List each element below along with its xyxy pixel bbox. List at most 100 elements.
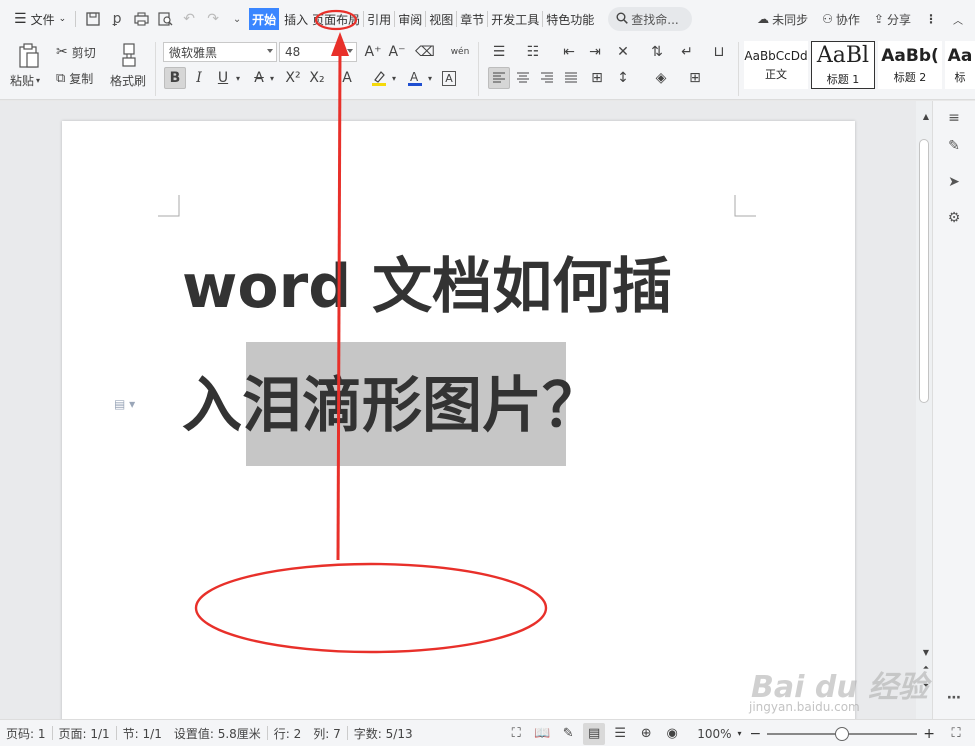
shading-icon[interactable]: ◈ xyxy=(650,67,672,89)
grow-font-icon[interactable]: A⁺ xyxy=(362,41,384,63)
style-heading-1[interactable]: AaBl 标题 1 xyxy=(811,41,875,89)
zoom-slider[interactable] xyxy=(767,726,918,741)
document-page[interactable]: word 文档如何插 入泪滴形图片？ ▤ ▾ xyxy=(62,121,855,719)
align-center-button[interactable] xyxy=(512,67,534,89)
style-heading-2[interactable]: AaBb( 标题 2 xyxy=(878,41,942,89)
style-normal[interactable]: AaBbCcDd 正文 xyxy=(744,41,808,89)
pen-icon[interactable]: ✎ xyxy=(943,135,965,157)
more-dots-icon[interactable]: ⋯ xyxy=(943,687,965,709)
sync-status-button[interactable]: ☁ 未同步 xyxy=(757,11,808,28)
bold-button[interactable]: B xyxy=(164,67,186,89)
file-menu[interactable]: ☰ 文件 ⌄ xyxy=(10,8,70,30)
edit-mode-icon[interactable]: ✎ xyxy=(557,723,579,745)
page-view-icon[interactable]: ▤ xyxy=(583,722,606,745)
document-area[interactable]: word 文档如何插 入泪滴形图片？ ▤ ▾ xyxy=(0,101,916,719)
align-right-button[interactable] xyxy=(536,67,558,89)
more-options-icon[interactable]: ⋮ xyxy=(925,12,937,26)
chevron-down-icon[interactable]: ▾ xyxy=(738,729,742,738)
status-column[interactable]: 列: 7 xyxy=(307,725,347,742)
show-marks-icon[interactable]: ↵ xyxy=(676,41,698,63)
print-icon[interactable] xyxy=(129,7,153,31)
export-icon[interactable]: ꝑ xyxy=(105,7,129,31)
status-word-count[interactable]: 字数: 5/13 xyxy=(348,725,419,742)
zoom-in-icon[interactable]: + xyxy=(923,726,935,742)
status-page-number[interactable]: 页码: 1 xyxy=(0,725,52,742)
web-view-icon[interactable]: ⊕ xyxy=(635,723,657,745)
highlight-icon[interactable] xyxy=(368,67,390,89)
italic-button[interactable]: I xyxy=(188,67,210,89)
font-color-dropdown-icon[interactable]: ▾ xyxy=(424,67,436,89)
borders-icon[interactable]: ⊞ xyxy=(684,67,706,89)
save-icon[interactable] xyxy=(81,7,105,31)
more-chevron-icon[interactable]: ⌄ xyxy=(225,7,249,31)
tab-developer[interactable]: 开发工具 xyxy=(489,8,541,30)
eye-protect-icon[interactable]: ◉ xyxy=(661,723,683,745)
zoom-out-icon[interactable]: − xyxy=(750,726,762,742)
panel-menu-icon[interactable]: ≡ xyxy=(943,107,965,129)
paste-button[interactable] xyxy=(16,42,42,70)
style-heading-3[interactable]: Aa 标 xyxy=(945,41,975,89)
format-painter-button[interactable] xyxy=(118,42,140,68)
font-name-select[interactable]: 微软雅黑 xyxy=(163,42,277,62)
superscript-button[interactable]: X² xyxy=(282,67,304,89)
redo-icon[interactable]: ↷ xyxy=(201,7,225,31)
strikethrough-dropdown-icon[interactable]: ▾ xyxy=(266,67,278,89)
status-setting[interactable]: 设置值: 5.8厘米 xyxy=(168,725,267,742)
paste-dropdown[interactable]: 粘贴 ▾ xyxy=(10,71,40,89)
status-section[interactable]: 节: 1/1 xyxy=(117,725,168,742)
document-heading-line[interactable]: 入泪滴形图片？ xyxy=(182,376,602,436)
decrease-indent-icon[interactable]: ⇤ xyxy=(558,41,580,63)
scrollbar-thumb[interactable] xyxy=(919,139,929,403)
line-spacing-icon[interactable]: ↕ xyxy=(612,67,634,89)
zoom-level[interactable]: 100% xyxy=(691,727,737,741)
copy-button[interactable]: ⧉ 复制 xyxy=(56,69,93,87)
font-color-icon[interactable]: A xyxy=(404,67,426,89)
print-preview-icon[interactable] xyxy=(153,7,177,31)
tab-page-layout[interactable]: 页面布局 xyxy=(310,8,362,30)
vertical-scrollbar[interactable]: ▲ ▼ ⏶ ⏷ xyxy=(916,101,932,719)
share-button[interactable]: ⇪ 分享 xyxy=(874,11,911,28)
distribute-icon[interactable]: ⊞ xyxy=(586,67,608,89)
numbered-list-icon[interactable]: ☷ xyxy=(522,41,544,63)
fit-window-icon[interactable]: ⛶ xyxy=(945,723,967,745)
collapse-ribbon-icon[interactable]: ︿ xyxy=(953,12,963,27)
highlight-dropdown-icon[interactable]: ▾ xyxy=(388,67,400,89)
underline-dropdown-icon[interactable]: ▾ xyxy=(232,67,244,89)
cursor-icon[interactable]: ➤ xyxy=(943,171,965,193)
tab-insert[interactable]: 插入 xyxy=(282,8,310,30)
tab-review[interactable]: 审阅 xyxy=(396,8,424,30)
phonetic-guide-icon[interactable]: wén xyxy=(446,41,474,63)
fullscreen-icon[interactable]: ⛶ xyxy=(505,723,527,745)
cut-button[interactable]: ✂ 剪切 xyxy=(56,43,96,61)
align-left-button[interactable] xyxy=(488,67,510,89)
shrink-font-icon[interactable]: A⁻ xyxy=(386,41,408,63)
command-search[interactable]: 查找命... xyxy=(608,7,693,31)
tab-chapter[interactable]: 章节 xyxy=(458,8,486,30)
increase-indent-icon[interactable]: ⇥ xyxy=(584,41,606,63)
undo-icon[interactable]: ↶ xyxy=(177,7,201,31)
bullet-list-icon[interactable]: ☰ xyxy=(488,41,510,63)
reading-mode-icon[interactable]: 📖 xyxy=(531,723,553,745)
text-effect-icon[interactable]: A xyxy=(336,67,358,89)
tab-view[interactable]: 视图 xyxy=(427,8,455,30)
tab-references[interactable]: 引用 xyxy=(365,8,393,30)
status-row[interactable]: 行: 2 xyxy=(268,725,308,742)
collaborate-button[interactable]: ⚇ 协作 xyxy=(822,11,860,28)
chinese-layout-icon[interactable]: ✕ xyxy=(612,41,634,63)
tab-features[interactable]: 特色功能 xyxy=(544,8,596,30)
font-size-select[interactable]: 48 xyxy=(279,42,357,62)
sort-icon[interactable]: ⇅ xyxy=(646,41,668,63)
status-pages[interactable]: 页面: 1/1 xyxy=(53,725,116,742)
paragraph-layout-icon[interactable]: ▤ ▾ xyxy=(114,397,135,411)
char-border-icon[interactable]: A xyxy=(438,67,460,89)
subscript-button[interactable]: X₂ xyxy=(306,67,328,89)
sliders-icon[interactable]: ⚙ xyxy=(943,207,965,229)
underline-button[interactable]: U xyxy=(212,67,234,89)
outline-view-icon[interactable]: ☰ xyxy=(609,723,631,745)
clear-format-icon[interactable]: ⌫ xyxy=(414,41,436,63)
tab-home[interactable]: 开始 xyxy=(249,8,280,30)
justify-button[interactable] xyxy=(560,67,582,89)
ruler-icon[interactable]: ⊔ xyxy=(708,41,730,63)
document-heading-line[interactable]: word 文档如何插 xyxy=(182,257,672,317)
zoom-slider-knob[interactable] xyxy=(835,726,850,741)
